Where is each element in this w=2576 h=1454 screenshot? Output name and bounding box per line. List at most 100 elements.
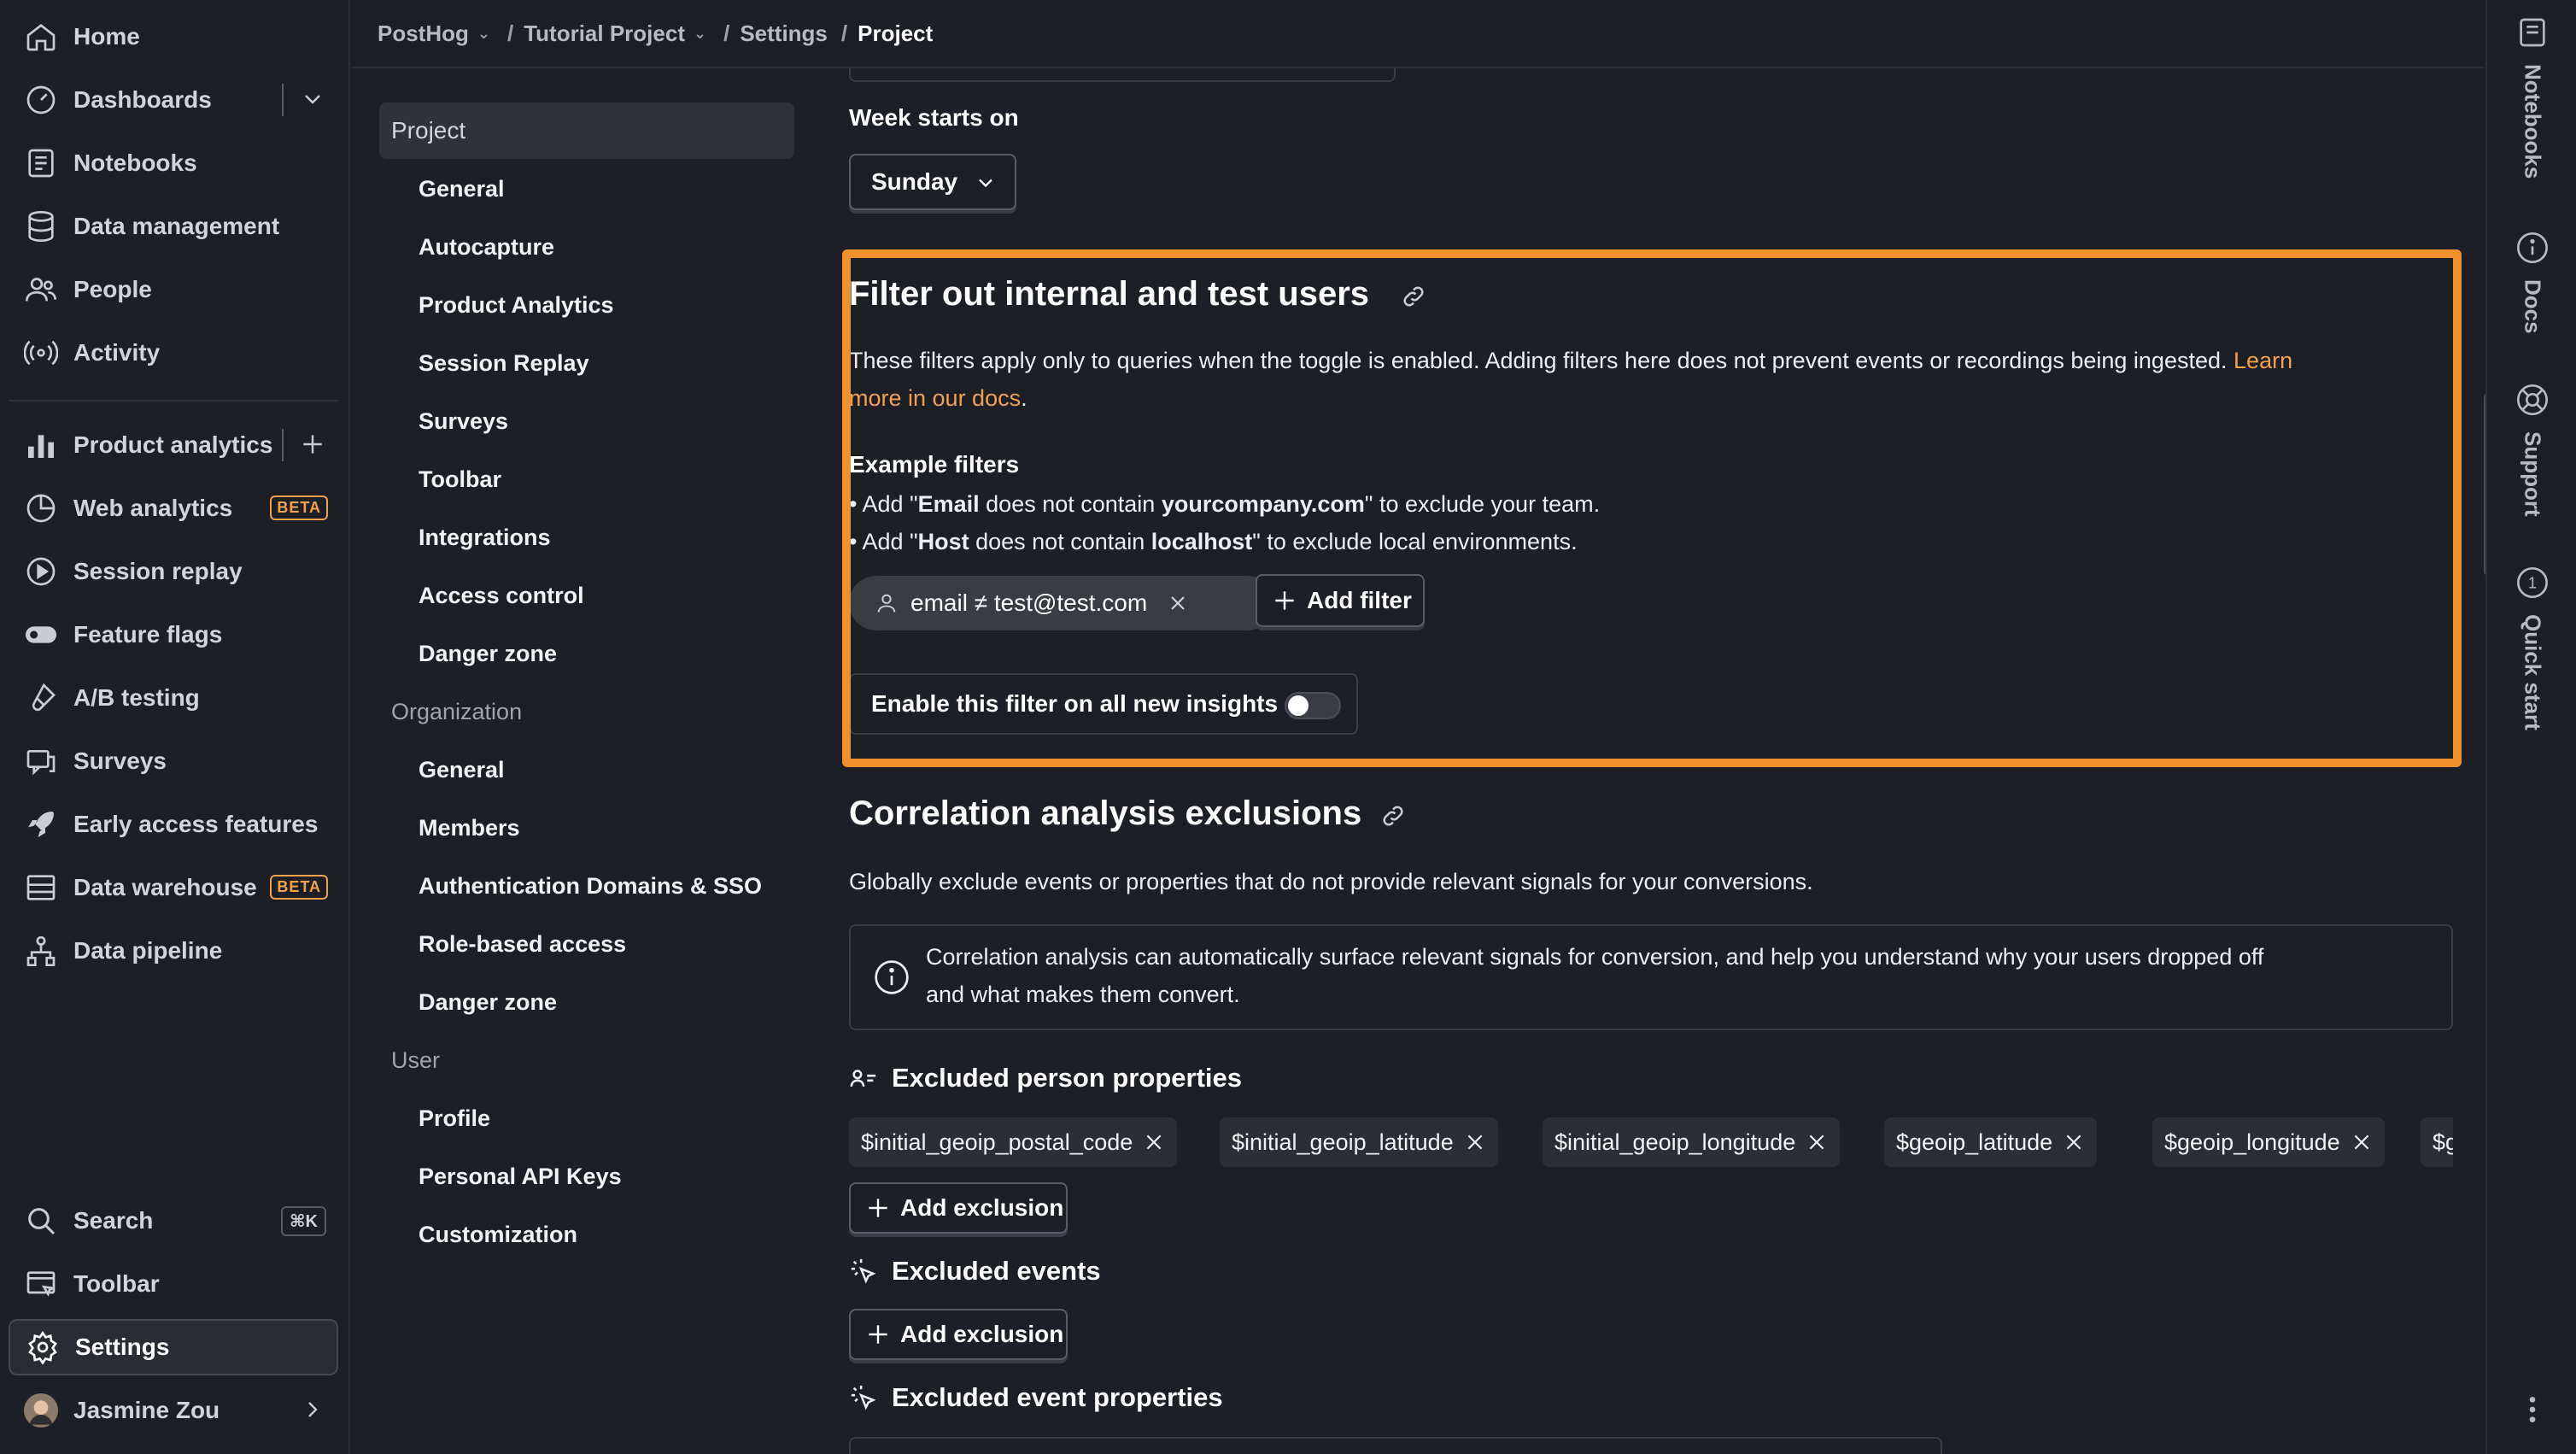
close-icon[interactable]: [1806, 1131, 1828, 1153]
event-props-field[interactable]: [849, 1437, 1942, 1454]
keyboard-shortcut: ⌘K: [281, 1206, 326, 1236]
nav-label: Dashboards: [73, 86, 212, 113]
settings-section-organization[interactable]: Organization: [391, 699, 522, 725]
info-text-1: Correlation analysis can automatically s…: [926, 944, 2264, 970]
rail-notebooks[interactable]: Notebooks: [2487, 15, 2576, 179]
settings-item-customization[interactable]: Customization: [419, 1222, 577, 1248]
user-menu[interactable]: Jasmine Zou: [9, 1382, 338, 1439]
text: does not contain: [969, 529, 1151, 554]
add-exclusion-label: Add exclusion: [900, 1321, 1064, 1347]
tag-label: $geoip_latitude: [1896, 1129, 2053, 1155]
breadcrumb-item-org[interactable]: PostHog ⌄: [378, 21, 490, 47]
breadcrumb-item-project[interactable]: Tutorial Project ⌄: [524, 21, 706, 47]
add-event-exclusion-button[interactable]: Add exclusion: [849, 1309, 1068, 1360]
week-start-value: Sunday: [871, 168, 958, 195]
settings-item-integrations[interactable]: Integrations: [419, 525, 551, 551]
database-icon: [24, 209, 58, 243]
nav-label: Notebooks: [73, 150, 197, 176]
chevron-down-icon[interactable]: [299, 85, 326, 113]
link-icon[interactable]: [1380, 803, 1406, 829]
settings-item-auth-domains[interactable]: Authentication Domains & SSO: [419, 873, 762, 900]
filter-toggle-label: Enable this filter on all new insights: [871, 690, 1279, 717]
rail-quick-start[interactable]: 1 Quick start: [2487, 566, 2576, 730]
filter-toggle-switch[interactable]: [1285, 692, 1341, 719]
more-options-icon[interactable]: [2487, 1392, 2576, 1427]
nav-search[interactable]: Search ⌘K: [9, 1193, 338, 1249]
close-icon[interactable]: [1464, 1131, 1486, 1153]
tag: $initial_geoip_longitude: [1543, 1117, 1841, 1167]
week-start-select[interactable]: Sunday: [849, 154, 1016, 210]
nav-data-pipeline[interactable]: Data pipeline: [9, 923, 338, 979]
plus-icon: [864, 1194, 892, 1222]
nav-early-access[interactable]: Early access features: [9, 796, 338, 853]
nav-label: Web analytics: [73, 495, 233, 521]
settings-item-product-analytics[interactable]: Product Analytics: [419, 292, 614, 319]
settings-heading: Project: [391, 117, 466, 144]
settings-item-members[interactable]: Members: [419, 815, 520, 841]
settings-section-project[interactable]: Project: [379, 103, 794, 159]
nav-label: Home: [73, 23, 140, 50]
nav-activity[interactable]: Activity: [9, 325, 338, 381]
docs-link[interactable]: Learn: [2234, 348, 2292, 373]
add-filter-button[interactable]: Add filter: [1256, 574, 1425, 627]
rail-support[interactable]: Support: [2487, 383, 2576, 517]
close-icon[interactable]: [2351, 1131, 2373, 1153]
filter-pill[interactable]: email ≠ test@test.com: [849, 576, 1274, 630]
settings-item-rbac[interactable]: Role-based access: [419, 931, 626, 958]
nav-web-analytics[interactable]: Web analytics BETA: [9, 480, 338, 536]
link-icon[interactable]: [1401, 284, 1426, 309]
settings-item-profile[interactable]: Profile: [419, 1105, 490, 1132]
rail-label: Notebooks: [2520, 64, 2546, 179]
nav-people[interactable]: People: [9, 261, 338, 318]
close-icon[interactable]: [2063, 1131, 2085, 1153]
settings-item-danger-zone[interactable]: Danger zone: [419, 641, 557, 667]
chat-icon: [24, 744, 58, 778]
tag-label: $initial_geoip_longitude: [1554, 1129, 1796, 1155]
nav-surveys[interactable]: Surveys: [9, 733, 338, 789]
settings-item-autocapture[interactable]: Autocapture: [419, 234, 554, 261]
settings-item-org-general[interactable]: General: [419, 757, 505, 783]
tag-label: $geo: [2433, 1129, 2453, 1155]
settings-item-api-keys[interactable]: Personal API Keys: [419, 1164, 622, 1190]
close-icon[interactable]: [1166, 591, 1190, 615]
docs-link-cont[interactable]: more in our docs: [849, 385, 1021, 411]
nav-label: A/B testing: [73, 684, 200, 711]
nav-label: Data management: [73, 213, 280, 239]
settings-section-user[interactable]: User: [391, 1047, 440, 1074]
breadcrumb-separator: /: [840, 20, 848, 46]
nav-data-warehouse[interactable]: Data warehouse BETA: [9, 859, 338, 916]
settings-item-surveys[interactable]: Surveys: [419, 408, 508, 435]
add-person-exclusion-button[interactable]: Add exclusion: [849, 1182, 1068, 1234]
correlation-section-title: Correlation analysis exclusions: [849, 794, 1362, 832]
info-icon: [2515, 231, 2550, 269]
plus-icon[interactable]: [299, 431, 326, 458]
nav-feature-flags[interactable]: Feature flags: [9, 607, 338, 663]
rail-label: Docs: [2520, 279, 2546, 334]
settings-item-org-danger-zone[interactable]: Danger zone: [419, 989, 557, 1016]
add-filter-label: Add filter: [1307, 587, 1412, 613]
nav-label: Feature flags: [73, 621, 223, 648]
nav-toolbar[interactable]: Toolbar: [9, 1256, 338, 1312]
period: .: [1021, 385, 1027, 411]
tag: $geo: [2421, 1117, 2453, 1167]
nav-ab-testing[interactable]: A/B testing: [9, 670, 338, 726]
home-icon: [24, 20, 58, 54]
settings-item-access-control[interactable]: Access control: [419, 583, 584, 609]
nav-notebooks[interactable]: Notebooks: [9, 135, 338, 191]
excluded-event-props-heading: Excluded event properties: [849, 1382, 1223, 1413]
nav-product-analytics[interactable]: Product analytics: [9, 417, 338, 473]
settings-item-session-replay[interactable]: Session Replay: [419, 350, 589, 377]
close-icon[interactable]: [1143, 1131, 1165, 1153]
nav-home[interactable]: Home: [9, 9, 338, 65]
breadcrumb-item-settings[interactable]: Settings: [740, 21, 828, 47]
rail-docs[interactable]: Docs: [2487, 231, 2576, 334]
filter-pill-text: email ≠ test@test.com: [910, 589, 1148, 616]
nav-data-management[interactable]: Data management: [9, 198, 338, 255]
nav-settings[interactable]: Settings: [9, 1319, 338, 1375]
filter-toggle-row[interactable]: Enable this filter on all new insights: [849, 673, 1358, 735]
nav-session-replay[interactable]: Session replay: [9, 543, 338, 600]
filter-description: These filters apply only to queries when…: [849, 342, 2438, 417]
settings-item-general[interactable]: General: [419, 176, 505, 202]
settings-item-toolbar[interactable]: Toolbar: [419, 466, 501, 493]
nav-dashboards[interactable]: Dashboards: [9, 72, 338, 128]
